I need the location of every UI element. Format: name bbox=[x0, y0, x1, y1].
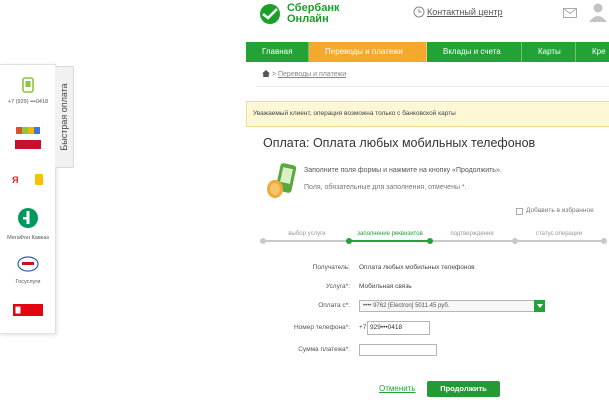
pay-from-label: Оплата с*: bbox=[318, 302, 350, 309]
phone-label: Номер телефона*: bbox=[293, 324, 350, 331]
nav-transfers-payments[interactable]: Переводы и платежи bbox=[309, 42, 427, 62]
amount-input[interactable] bbox=[359, 344, 437, 356]
mail-icon[interactable] bbox=[563, 8, 577, 18]
nav-credits[interactable]: Кре bbox=[576, 42, 609, 62]
nav-deposits-accounts[interactable]: Вклады и счета bbox=[427, 42, 522, 62]
step-dot bbox=[601, 238, 607, 244]
required-hint: Поля, обязательные для заполнения, отмеч… bbox=[304, 184, 467, 191]
quick-pay-mts[interactable] bbox=[0, 303, 56, 321]
step-dot bbox=[260, 238, 266, 244]
amount-label: Сумма платежа*: bbox=[298, 346, 350, 353]
recipient-label: Получатель: bbox=[312, 264, 350, 271]
megafon-logo-icon bbox=[18, 208, 38, 228]
phone-prefix: +7 bbox=[359, 324, 367, 331]
ertelecom-logo-icon bbox=[15, 127, 41, 149]
favorites-checkbox[interactable] bbox=[516, 208, 523, 215]
step-fill-details: заполнение реквизитов bbox=[357, 231, 423, 237]
service-label: Услуга*: bbox=[325, 283, 350, 290]
logo-line-2: Онлайн bbox=[287, 13, 329, 25]
recipient-value: Оплата любых мобильных телефонов bbox=[359, 264, 475, 271]
continue-button[interactable]: Продолжить bbox=[427, 381, 500, 397]
logo-text[interactable]: Сбербанк Онлайн bbox=[287, 3, 340, 25]
card-only-notice: Уважаемый клиент, операция возможна толь… bbox=[246, 101, 609, 127]
step-dot bbox=[427, 238, 433, 244]
steps-track-active bbox=[349, 240, 430, 242]
megafon-caption: МегаФон Кавказ bbox=[7, 235, 49, 241]
step-confirmation: подтверждение bbox=[450, 231, 494, 237]
quick-pay-yandex[interactable]: Я bbox=[0, 171, 56, 192]
mts-logo-icon bbox=[13, 304, 43, 316]
nav-main[interactable]: Главная bbox=[246, 42, 309, 62]
svg-text:Я: Я bbox=[12, 175, 18, 185]
gosuslugi-logo-icon bbox=[17, 256, 39, 272]
home-icon[interactable] bbox=[262, 70, 270, 77]
sberbank-logo-icon[interactable] bbox=[258, 3, 282, 25]
breadcrumb-separator: > bbox=[271, 71, 277, 78]
step-dot bbox=[512, 238, 518, 244]
chevron-down-icon[interactable] bbox=[534, 300, 545, 312]
clock-icon bbox=[413, 6, 425, 18]
main-nav: Главная Переводы и платежи Вклады и счет… bbox=[246, 42, 609, 62]
add-to-favorites-link[interactable]: Добавить в избранное bbox=[526, 207, 594, 214]
service-value: Мобильная связь bbox=[359, 283, 412, 290]
contact-center-link[interactable]: Контактный центр bbox=[427, 7, 503, 17]
payment-phone-coin-icon bbox=[267, 163, 297, 198]
quick-pay-tab-label: Быстрая оплата bbox=[59, 83, 69, 151]
step-service-choice: выбор услуги bbox=[288, 231, 326, 237]
form-hint: Заполните поля формы и нажмите на кнопку… bbox=[304, 167, 502, 174]
quick-pay-panel: +7 (929) •••0418 Я МегаФон Кавказ Госусл… bbox=[0, 64, 56, 334]
step-dot bbox=[346, 238, 352, 244]
step-operation-status: статус операции bbox=[535, 231, 583, 237]
phone-input[interactable]: 929•••0418 bbox=[367, 321, 430, 335]
user-profile-icon[interactable] bbox=[587, 2, 609, 22]
quick-pay-megafon[interactable]: МегаФон Кавказ bbox=[0, 207, 56, 242]
breadcrumb-transfers[interactable]: Переводы и платежи bbox=[278, 71, 346, 78]
card-select[interactable]: •••• 9762 [Electron] 5011.45 руб. bbox=[359, 300, 545, 312]
quick-pay-phone[interactable]: +7 (929) •••0418 bbox=[0, 77, 56, 106]
quick-pay-phone-number: +7 (929) •••0418 bbox=[7, 99, 49, 105]
yandex-money-logo-icon: Я bbox=[12, 174, 43, 185]
cancel-link[interactable]: Отменить bbox=[379, 384, 416, 393]
quick-pay-ertelecom[interactable] bbox=[0, 125, 56, 156]
quick-pay-gosuslugi[interactable]: Госуслуги bbox=[0, 255, 56, 286]
breadcrumb: > Переводы и платежи bbox=[262, 70, 346, 78]
phone-icon bbox=[22, 77, 34, 93]
nav-cards[interactable]: Карты bbox=[522, 42, 576, 62]
divider bbox=[256, 86, 609, 87]
steps-track bbox=[263, 240, 604, 242]
gosuslugi-caption: Госуслуги bbox=[15, 279, 41, 285]
page-title: Оплата: Оплата любых мобильных телефонов bbox=[263, 136, 536, 150]
quick-pay-tab[interactable]: Быстрая оплата bbox=[55, 66, 74, 168]
